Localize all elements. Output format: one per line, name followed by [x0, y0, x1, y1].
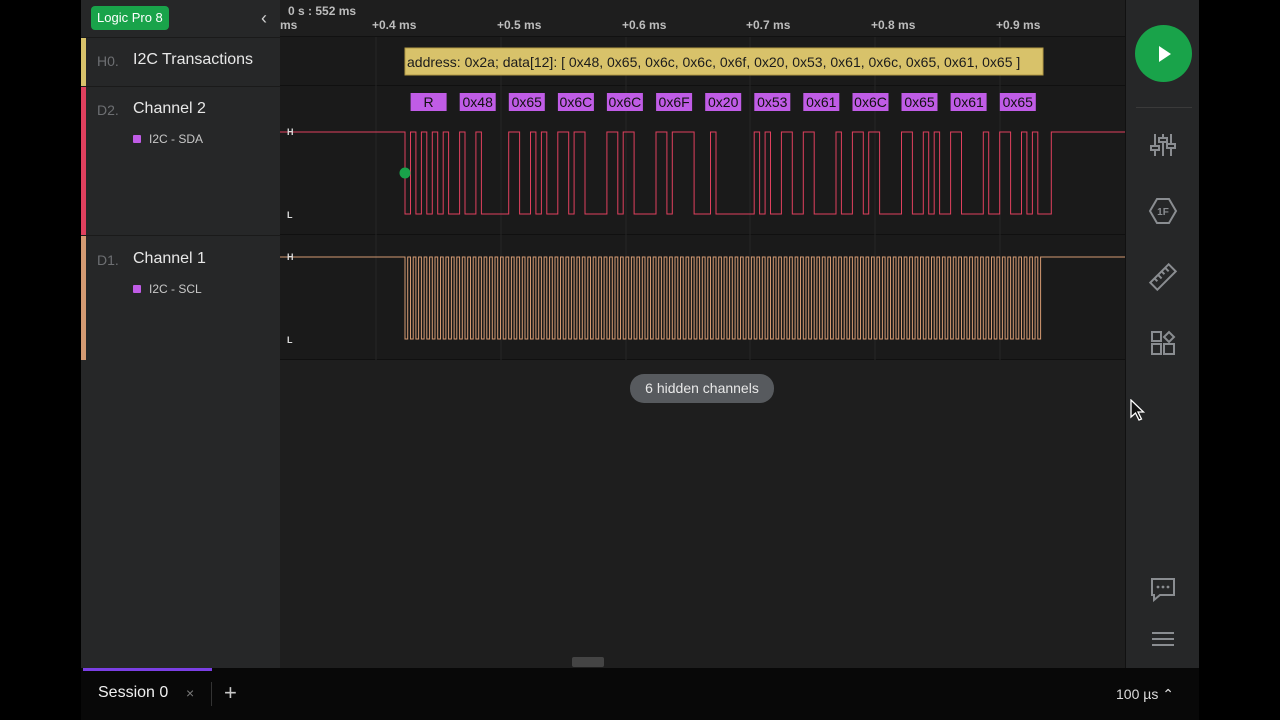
sda-high-label: H [287, 127, 294, 137]
decoded-byte-frame[interactable]: 0x65 [999, 93, 1036, 111]
decoded-byte-label: 0x65 [1003, 94, 1034, 110]
decoded-byte-frame[interactable]: 0x6C [606, 93, 643, 111]
mouse-cursor-icon [1130, 399, 1146, 421]
channel-row-d1[interactable]: D1. Channel 1 I2C - SCL [81, 235, 280, 360]
decoded-byte-label: 0x61 [953, 94, 984, 110]
right-toolbar: 1F [1125, 0, 1199, 668]
decoded-byte-label: R [424, 94, 434, 110]
decoded-byte-label: 0x6C [560, 94, 593, 110]
channel-color-stripe [81, 236, 86, 360]
decoded-byte-frame[interactable]: R [410, 93, 447, 111]
channel-code: H0. [97, 53, 119, 69]
channel-code: D2. [97, 102, 119, 118]
channel-row-d2[interactable]: D2. Channel 2 I2C - SDA [81, 86, 280, 235]
decoded-byte-label: 0x48 [463, 94, 494, 110]
menu-button[interactable] [1148, 624, 1178, 654]
waveform-canvas: H L H L address: 0x2a; data[12]: [ 0x48,… [280, 37, 1125, 360]
analyzers-button[interactable] [1148, 130, 1178, 160]
device-row: Logic Pro 8 ‹ [81, 0, 280, 37]
start-marker[interactable] [399, 167, 411, 179]
analyzer-color-icon [133, 285, 141, 293]
analyzer-tag[interactable]: I2C - SDA [133, 132, 203, 146]
decoded-byte-label: 0x6F [659, 94, 690, 110]
decoded-byte-label: 0x53 [757, 94, 788, 110]
channel-row-h0[interactable]: H0. I2C Transactions [81, 37, 280, 86]
analyzer-label: I2C - SDA [149, 132, 204, 146]
comments-button[interactable] [1148, 574, 1178, 604]
scl-high-label: H [287, 252, 294, 262]
time-scale-selector[interactable]: 100 µs ⌃ [1116, 686, 1174, 703]
toolbar-divider [1136, 107, 1192, 108]
tab-divider [211, 682, 212, 706]
decoded-byte-label: 0x6C [854, 94, 887, 110]
decoded-byte-frame[interactable]: 0x65 [901, 93, 938, 111]
channel-code: D1. [97, 252, 119, 268]
channel-name: Channel 2 [133, 100, 206, 117]
device-badge[interactable]: Logic Pro 8 [91, 6, 169, 30]
layout-icon [1151, 330, 1176, 355]
horizontal-scrollbar[interactable] [572, 657, 604, 667]
logic-app-window: Logic Pro 8 ‹ H0. I2C Transactions D2. C… [81, 0, 1199, 720]
scl-low-label: L [287, 335, 293, 345]
decoded-byte-frame[interactable]: 0x61 [803, 93, 840, 111]
extension-badge-text: 1F [1157, 207, 1169, 218]
decoded-byte-frame[interactable]: 0x6C [852, 93, 889, 111]
decoded-byte-frame[interactable]: 0x20 [705, 93, 742, 111]
decoded-byte-frame[interactable]: 0x61 [950, 93, 987, 111]
transaction-label: address: 0x2a; data[12]: [ 0x48, 0x65, 0… [407, 54, 1020, 70]
measurements-button[interactable] [1148, 262, 1178, 292]
decoded-byte-label: 0x61 [806, 94, 837, 110]
analyzer-label: I2C - SCL [149, 282, 202, 296]
extensions-button[interactable]: 1F [1148, 196, 1178, 226]
transaction-frame[interactable]: address: 0x2a; data[12]: [ 0x48, 0x65, 0… [404, 47, 1044, 76]
start-capture-button[interactable] [1135, 25, 1192, 82]
extensions-icon: 1F [1148, 198, 1178, 224]
comments-icon [1151, 578, 1175, 603]
decoded-byte-frame[interactable]: 0x65 [508, 93, 545, 111]
decoded-byte-frame[interactable]: 0x48 [459, 93, 496, 111]
scl-waveform [280, 256, 1125, 340]
decoded-byte-frame[interactable]: 0x53 [754, 93, 791, 111]
decoded-byte-frame[interactable]: 0x6F [656, 93, 693, 111]
play-icon [1158, 45, 1171, 62]
channel-color-stripe [81, 38, 86, 86]
active-tab-indicator [83, 668, 212, 671]
collapse-panel-icon[interactable]: ‹ [254, 8, 274, 28]
channel-panel: Logic Pro 8 ‹ H0. I2C Transactions D2. C… [81, 0, 280, 668]
channel-name: I2C Transactions [133, 51, 254, 68]
layout-button[interactable] [1148, 328, 1178, 358]
channel-color-stripe [81, 87, 86, 235]
analyzer-tag[interactable]: I2C - SCL [133, 282, 202, 296]
analyzer-color-icon [133, 135, 141, 143]
decoded-byte-label: 0x20 [708, 94, 739, 110]
sda-low-label: L [287, 210, 293, 220]
session-tab[interactable]: Session 0 [98, 684, 168, 702]
ruler-icon [1148, 262, 1178, 292]
decoded-byte-label: 0x65 [512, 94, 543, 110]
add-session-button[interactable]: + [224, 680, 237, 706]
analyzers-icon [1150, 134, 1176, 156]
channel-name: Channel 1 [133, 250, 206, 267]
close-session-icon[interactable]: × [186, 685, 194, 701]
decoded-byte-label: 0x6C [609, 94, 642, 110]
menu-icon [1152, 632, 1174, 646]
hidden-channels-button[interactable]: 6 hidden channels [630, 374, 774, 403]
decoded-byte-frame[interactable]: 0x6C [557, 93, 594, 111]
decoded-byte-label: 0x65 [904, 94, 935, 110]
waveform-view[interactable]: ms 0 s : 552 ms +0.4 ms +0.5 ms +0.6 ms … [280, 0, 1125, 668]
session-bar: Session 0 × + 100 µs ⌃ [81, 668, 1199, 720]
